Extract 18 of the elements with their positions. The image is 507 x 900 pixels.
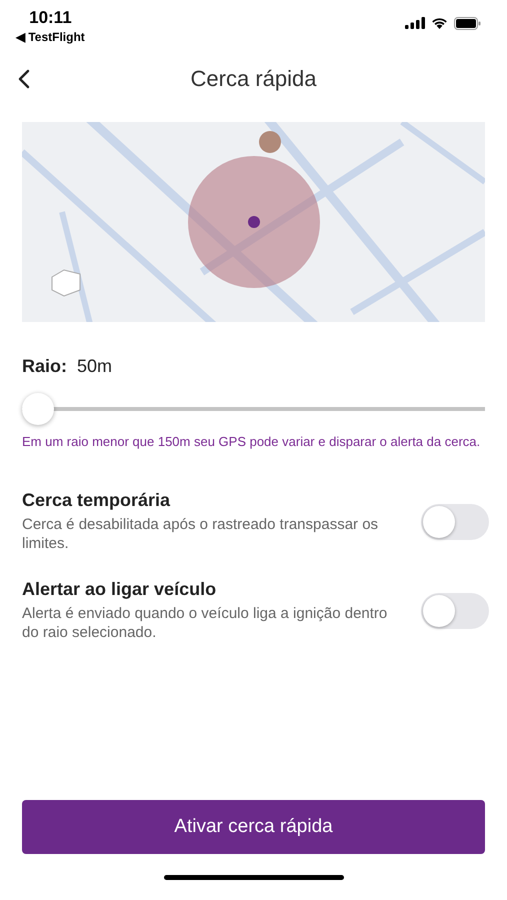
signal-icon <box>405 17 425 29</box>
status-time: 10:11 <box>29 8 72 28</box>
option-description: Alerta é enviado quando o veículo liga a ignição dentro do raio selecionado. <box>22 604 388 642</box>
toggle-switch[interactable] <box>421 592 489 628</box>
home-indicator[interactable] <box>164 874 344 880</box>
option-description: Cerca é desabilitada após o rastreado transpassar os limites. <box>22 515 380 553</box>
radius-label: Raio: <box>22 356 67 377</box>
option-title: Alertar ao ligar veículo <box>22 579 218 600</box>
option-title: Cerca temporária <box>22 490 172 511</box>
hint-text: Em um raio menor que 150m seu GPS pode variar e disparar o alerta da cerca. <box>22 433 482 450</box>
radius-value: 50m <box>77 356 112 377</box>
toggle-switch[interactable] <box>421 504 489 540</box>
back-to-app-link[interactable]: ◀ TestFlight <box>16 30 85 44</box>
page-title: Cerca rápida <box>190 66 318 92</box>
wifi-icon <box>431 17 448 29</box>
slider-thumb[interactable] <box>22 393 54 425</box>
battery-icon <box>454 16 481 30</box>
activate-button[interactable]: Ativar cerca rápida <box>22 800 485 854</box>
